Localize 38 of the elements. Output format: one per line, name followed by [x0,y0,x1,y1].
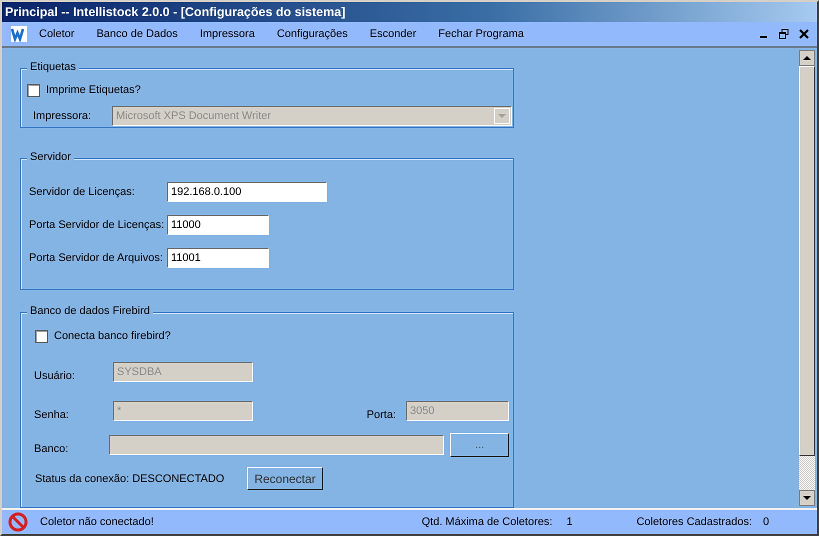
group-title: Banco de dados Firebird [27,305,153,317]
menu-item[interactable]: Banco de Dados [96,28,178,40]
field-label: Impressora: [33,110,92,122]
reconnect-button[interactable]: Reconectar [247,467,323,490]
menu-item[interactable]: Esconder [370,28,416,40]
no-entry-icon [8,512,28,532]
menu-item[interactable]: Configurações [276,28,348,40]
input-field[interactable]: 11001 [167,248,269,268]
field-label: Servidor de Licenças: [29,186,136,198]
field-label: Senha: [34,408,70,421]
field-label: Porta Servidor de Arquivos: [29,252,164,264]
menu-item[interactable]: Coletor [39,28,74,40]
checkbox[interactable] [35,330,48,342]
status-label: Coletores Cadastrados: [636,516,752,528]
field-label: Usuário: [34,369,76,382]
scroll-up-icon[interactable] [799,50,815,66]
scroll-down-icon[interactable] [799,490,815,506]
menu-item[interactable]: Impressora [200,28,255,40]
window-title: Principal -- Intellistock 2.0.0 - [Configurações do sistema] [2,2,817,22]
field-label: Porta Servidor de Licenças: [29,219,166,231]
app-logo-icon [11,26,27,42]
group-title: Etiquetas [27,61,79,73]
status-label: Qtd. Máxima de Coletores: [422,516,552,528]
connection-status: Status da conexão: DESCONECTADO [35,472,226,484]
input-field[interactable]: 11000 [167,215,269,235]
checkbox-label: Imprime Etiquetas? [46,84,141,96]
status-message: Coletor não conectado! [40,516,154,528]
status-value: 0 [763,516,770,528]
field-label: Porta: [366,408,396,421]
close-icon[interactable] [799,29,809,39]
restore-icon[interactable] [779,29,789,39]
status-value: 1 [566,516,574,528]
field-label: Banco: [34,442,70,455]
input-field[interactable]: 192.168.0.100 [167,182,327,202]
checkbox[interactable] [27,84,40,96]
group-title: Servidor [27,151,74,163]
checkbox-label: Conecta banco firebird? [54,330,171,342]
menu-item[interactable]: Fechar Programa [438,28,524,40]
